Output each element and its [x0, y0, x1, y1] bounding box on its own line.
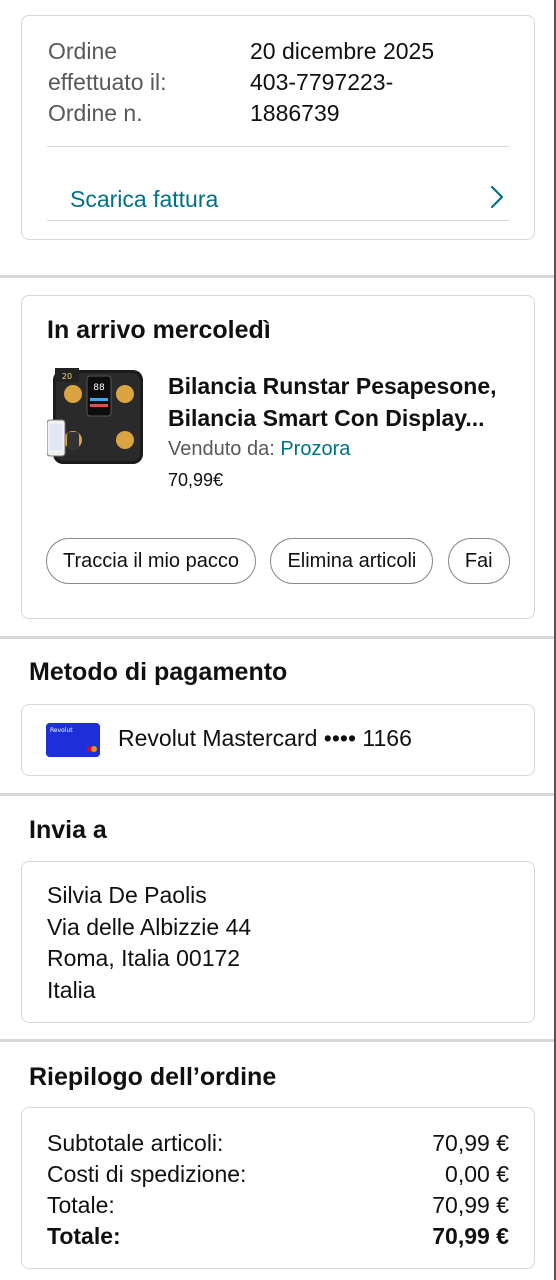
- summary-label: Costi di spedizione:: [47, 1161, 247, 1187]
- summary-label: Totale:: [47, 1223, 121, 1249]
- address-line: Silvia De Paolis: [47, 882, 207, 908]
- delete-items-button[interactable]: Elimina articoli: [270, 538, 434, 584]
- summary-row-shipping: Costi di spedizione: 0,00 €: [47, 1161, 509, 1188]
- chevron-right-icon: [489, 185, 509, 214]
- track-package-button[interactable]: Traccia il mio pacco: [46, 538, 256, 584]
- address-line: Italia: [47, 976, 96, 1003]
- card-brand-text: Revolut: [50, 727, 73, 734]
- product-title[interactable]: Bilancia Runstar Pesapesone, Bilancia Sm…: [168, 370, 528, 434]
- product-title-line-2: Bilancia Smart Con Display...: [168, 405, 485, 431]
- payment-card-label: Revolut Mastercard •••• 1166: [118, 725, 412, 751]
- divider: [47, 220, 509, 221]
- section-divider: [0, 636, 554, 639]
- payment-method-title: Metodo di pagamento: [29, 658, 288, 686]
- download-invoice-link[interactable]: Scarica fattura: [47, 162, 509, 236]
- label-line-1: Ordine: [48, 38, 118, 64]
- summary-value: 70,99 €: [432, 1130, 509, 1156]
- more-action-button[interactable]: Fai: [447, 538, 510, 584]
- summary-value: 70,99 €: [432, 1223, 509, 1249]
- summary-row-total: Totale: 70,99 €: [47, 1192, 509, 1219]
- section-divider: [0, 1039, 554, 1042]
- ship-to-title: Invia a: [29, 816, 107, 844]
- divider: [47, 146, 509, 147]
- order-number-line-2: 1886739: [250, 100, 340, 126]
- summary-label: Subtotale articoli:: [47, 1130, 224, 1156]
- product-image[interactable]: 88 20: [46, 368, 145, 468]
- label-line-3: Ordine n.: [48, 100, 143, 126]
- section-divider: [0, 793, 554, 796]
- payment-card[interactable]: Revolut Revolut Mastercard •••• 1166: [21, 704, 535, 776]
- summary-row-grand-total: Totale: 70,99 €: [47, 1223, 509, 1250]
- credit-card-icon: Revolut: [46, 723, 100, 757]
- order-summary-title: Riepilogo dell’ordine: [29, 1063, 277, 1091]
- svg-text:20: 20: [62, 372, 72, 381]
- order-date-value: 20 dicembre 2025: [250, 38, 435, 64]
- order-values: 20 dicembre 2025 403-7797223- 1886739: [250, 36, 510, 129]
- svg-text:88: 88: [93, 383, 105, 393]
- order-summary-card: Subtotale articoli: 70,99 € Costi di spe…: [21, 1107, 535, 1269]
- delivery-actions: Traccia il mio pacco Elimina articoli Fa…: [46, 538, 518, 586]
- label-line-2: effettuato il:: [48, 69, 167, 95]
- delivery-status-title: In arrivo mercoledì: [47, 316, 271, 344]
- order-number-line-1: 403-7797223-: [250, 69, 394, 95]
- order-date-label: Ordine effettuato il: Ordine n.: [48, 36, 248, 129]
- product-price: 70,99€: [168, 470, 224, 490]
- address-card: Silvia De Paolis Via delle Albizzie 44 R…: [21, 861, 535, 1023]
- summary-label: Totale:: [47, 1192, 115, 1218]
- sold-by-label: Venduto da:: [168, 438, 275, 460]
- section-divider: [0, 275, 554, 278]
- delivery-card: In arrivo mercoledì 88 20 Bilancia Runst…: [21, 295, 535, 619]
- download-invoice-label: Scarica fattura: [70, 185, 219, 212]
- shipping-address: Silvia De Paolis Via delle Albizzie 44 R…: [47, 880, 251, 1006]
- seller-link[interactable]: Prozora: [280, 438, 350, 460]
- summary-value: 0,00 €: [445, 1161, 509, 1187]
- address-line: Via delle Albizzie 44: [47, 913, 252, 940]
- address-line: Roma, Italia 00172: [47, 945, 241, 971]
- order-info-card: Ordine effettuato il: Ordine n. 20 dicem…: [21, 15, 535, 240]
- summary-row-subtotal: Subtotale articoli: 70,99 €: [47, 1130, 509, 1157]
- summary-value: 70,99 €: [432, 1192, 509, 1218]
- seller-info: Venduto da: Prozora: [168, 438, 350, 461]
- product-title-line-1: Bilancia Runstar Pesapesone,: [168, 373, 497, 399]
